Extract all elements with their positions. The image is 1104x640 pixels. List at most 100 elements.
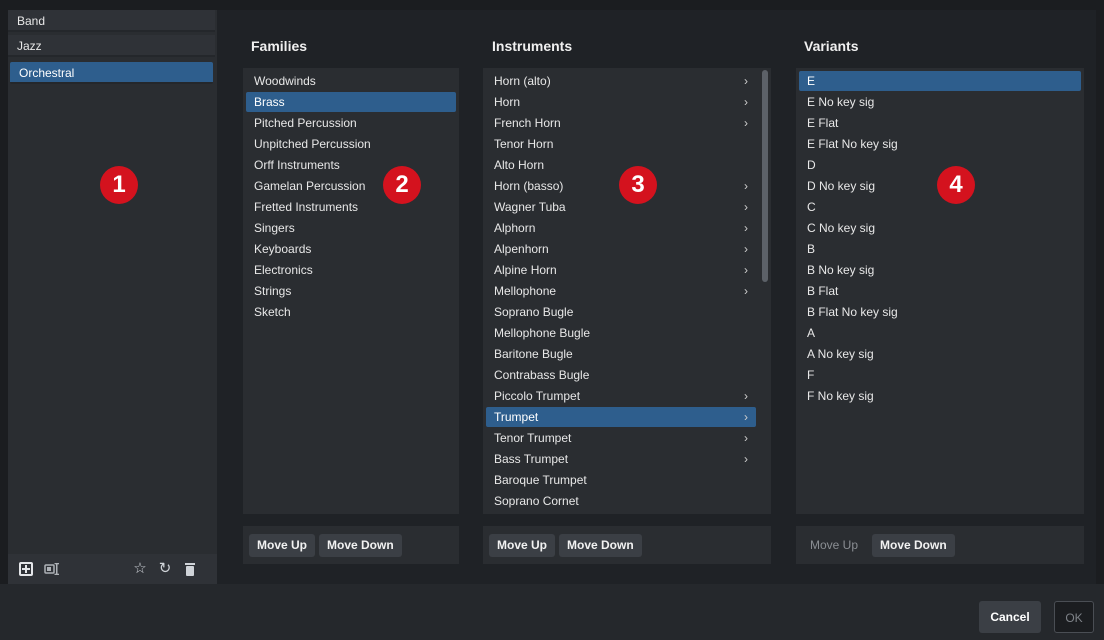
family-item-label: Singers [254, 221, 295, 235]
family-item[interactable]: Electronics [246, 260, 456, 280]
variant-item[interactable]: E Flat [799, 113, 1081, 133]
callout-1: 1 [100, 166, 138, 204]
variants-buttons: Move Up Move Down [796, 526, 1084, 564]
variant-item[interactable]: A No key sig [799, 344, 1081, 364]
variant-item[interactable]: F No key sig [799, 386, 1081, 406]
instrument-item[interactable]: Horn (alto) › [486, 71, 756, 91]
instrument-item[interactable]: Alphorn › [486, 218, 756, 238]
family-item[interactable]: Strings [246, 281, 456, 301]
instrument-item[interactable]: Alpenhorn › [486, 239, 756, 259]
instruments-move-up-button[interactable]: Move Up [489, 534, 556, 557]
family-item[interactable]: Brass [246, 92, 456, 112]
family-item[interactable]: Fretted Instruments [246, 197, 456, 217]
variant-item-label: B Flat [807, 284, 839, 298]
variants-move-down-button[interactable]: Move Down [872, 534, 955, 557]
instrument-item[interactable]: Wagner Tuba › [486, 197, 756, 217]
instrument-item[interactable]: Mellophone Bugle [486, 323, 756, 343]
variants-move-up-button[interactable]: Move Up [802, 534, 866, 557]
variant-item-label: E Flat [807, 116, 839, 130]
variant-item-label: E [807, 74, 816, 88]
instrument-item[interactable]: Contrabass Bugle [486, 365, 756, 385]
chevron-right-icon: › [744, 410, 748, 424]
family-item[interactable]: Orff Instruments [246, 155, 456, 175]
family-item-label: Brass [254, 95, 285, 109]
instrument-item[interactable]: Alto Horn [486, 155, 756, 175]
variant-item[interactable]: C [799, 197, 1081, 217]
instrument-item[interactable]: Bass Trumpet › [486, 449, 756, 469]
variant-item[interactable]: A [799, 323, 1081, 343]
family-item[interactable]: Keyboards [246, 239, 456, 259]
template-item[interactable]: Jazz [8, 35, 215, 57]
chevron-right-icon: › [744, 431, 748, 445]
template-item[interactable]: Orchestral [10, 62, 213, 84]
instrument-item[interactable]: Tenor Trumpet › [486, 428, 756, 448]
family-item[interactable]: Sketch [246, 302, 456, 322]
families-buttons: Move Up Move Down [243, 526, 459, 564]
revert-icon[interactable]: ↻ [157, 561, 173, 577]
instrument-item[interactable]: Piccolo Trumpet › [486, 386, 756, 406]
add-icon[interactable] [18, 561, 34, 577]
instrument-item[interactable]: Soprano Cornet [486, 491, 756, 511]
families-move-up-button[interactable]: Move Up [249, 534, 316, 557]
variant-item[interactable]: E [799, 71, 1081, 91]
instrument-item-label: Trumpet [494, 410, 539, 424]
variant-item-label: E No key sig [807, 95, 875, 109]
variant-item-label: C [807, 200, 816, 214]
instrument-item[interactable]: Baritone Bugle [486, 344, 756, 364]
families-list: Woodwinds Brass Pitched Percussion Unpitche… [243, 68, 459, 514]
family-item-label: Pitched Percussion [254, 116, 357, 130]
variant-item-label: F No key sig [807, 389, 874, 403]
instruments-scrollbar[interactable] [762, 70, 768, 282]
instrument-item[interactable]: French Horn › [486, 113, 756, 133]
instrument-item[interactable]: Mellophone › [486, 281, 756, 301]
variant-item[interactable]: B Flat No key sig [799, 302, 1081, 322]
instruments-title: Instruments [492, 38, 573, 54]
variant-item[interactable]: C No key sig [799, 218, 1081, 238]
chevron-right-icon: › [744, 452, 748, 466]
chevron-right-icon: › [744, 242, 748, 256]
variant-item-label: B Flat No key sig [807, 305, 898, 319]
variant-item-label: D [807, 158, 816, 172]
instrument-item-label: Baritone Bugle [494, 347, 573, 361]
instrument-item[interactable]: Alpine Horn › [486, 260, 756, 280]
instrument-item[interactable]: Tenor Horn [486, 134, 756, 154]
variants-title: Variants [804, 38, 859, 54]
instrument-item[interactable]: Horn › [486, 92, 756, 112]
variant-item[interactable]: B No key sig [799, 260, 1081, 280]
variant-item[interactable]: B [799, 239, 1081, 259]
cancel-button[interactable]: Cancel [979, 601, 1041, 633]
instrument-item[interactable]: Soprano Bugle [486, 302, 756, 322]
trash-icon[interactable] [182, 561, 198, 577]
family-item[interactable]: Unpitched Percussion [246, 134, 456, 154]
instrument-item[interactable]: Trumpet › [486, 407, 756, 427]
variant-item-label: B [807, 242, 816, 256]
variant-item-label: B No key sig [807, 263, 875, 277]
family-item[interactable]: Gamelan Percussion [246, 176, 456, 196]
instrument-item-label: Tenor Horn [494, 137, 554, 151]
variant-item[interactable]: B Flat [799, 281, 1081, 301]
variant-item-label: F [807, 368, 815, 382]
chevron-right-icon: › [744, 95, 748, 109]
variant-item[interactable]: E No key sig [799, 92, 1081, 112]
variant-item[interactable]: E Flat No key sig [799, 134, 1081, 154]
family-item[interactable]: Pitched Percussion [246, 113, 456, 133]
template-item[interactable]: Band [8, 10, 215, 32]
ok-button[interactable]: OK [1054, 601, 1094, 633]
family-item[interactable]: Singers [246, 218, 456, 238]
instrument-item-label: Alpenhorn [494, 242, 549, 256]
instrument-item-label: French Horn [494, 116, 561, 130]
template-list: Band Jazz Orchestral [8, 10, 217, 522]
family-item[interactable]: Woodwinds [246, 71, 456, 91]
chevron-right-icon: › [744, 74, 748, 88]
rename-icon[interactable] [44, 561, 60, 577]
instruments-move-down-button[interactable]: Move Down [559, 534, 642, 557]
instrument-item-label: Alpine Horn [494, 263, 557, 277]
chevron-right-icon: › [744, 200, 748, 214]
star-icon[interactable]: ☆ [132, 561, 148, 577]
chevron-right-icon: › [744, 263, 748, 277]
variant-item[interactable]: F [799, 365, 1081, 385]
variant-item[interactable]: D [799, 155, 1081, 175]
families-move-down-button[interactable]: Move Down [319, 534, 402, 557]
instruments-buttons: Move Up Move Down [483, 526, 771, 564]
instrument-item[interactable]: Baroque Trumpet [486, 470, 756, 490]
